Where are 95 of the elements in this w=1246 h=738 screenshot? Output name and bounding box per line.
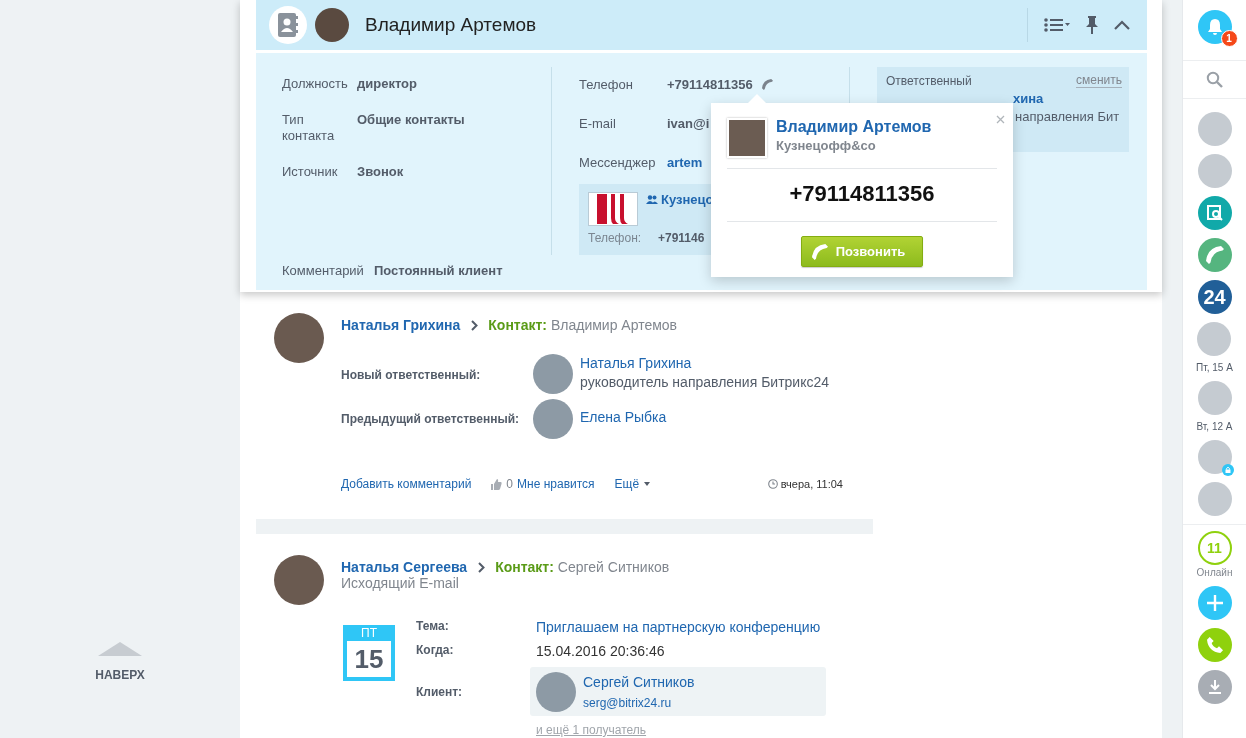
person-link[interactable]: Сергей Ситников <box>583 674 695 690</box>
lock-icon <box>1221 464 1234 476</box>
field-label: Должность <box>282 76 349 92</box>
avatar <box>536 671 576 712</box>
field-label: Новый ответственный: <box>341 368 482 382</box>
field-label: Тема: <box>416 619 450 633</box>
avatar <box>274 313 324 363</box>
email-link[interactable]: serg@bitrix24.ru <box>583 696 695 710</box>
avatar[interactable] <box>1197 440 1232 474</box>
avatar[interactable] <box>1197 154 1232 188</box>
online-label: Онлайн <box>1196 567 1233 578</box>
pin-icon[interactable] <box>1086 16 1098 34</box>
bell-icon <box>1206 18 1223 36</box>
activity-type: Исходящий E-mail <box>341 575 460 591</box>
field-value: директор <box>357 76 417 92</box>
more-link[interactable]: Ещё <box>614 477 651 491</box>
scroll-top-link[interactable]: НАВЕРХ <box>95 668 145 682</box>
download-button[interactable] <box>1197 670 1232 704</box>
person-link[interactable]: Наталья Грихина <box>580 355 830 371</box>
timestamp: вчера, 11:04 <box>780 478 843 490</box>
avatar <box>533 354 573 394</box>
up-arrow-icon[interactable] <box>98 642 142 656</box>
list-menu-icon[interactable] <box>1044 18 1070 32</box>
field-value: Постоянный клиент <box>373 263 503 278</box>
thumbs-up-icon <box>491 478 503 490</box>
avatar <box>274 555 324 605</box>
messenger-link[interactable]: artem <box>667 154 703 170</box>
phone-icon[interactable] <box>761 78 773 90</box>
plus-icon <box>1205 594 1224 612</box>
field-value: Звонок <box>357 164 404 180</box>
avatar <box>727 118 767 158</box>
entity-label: Контакт: Сергей Ситников <box>495 559 670 575</box>
field-label: E-mail <box>579 115 617 131</box>
calendar-date: ПТ 15 <box>343 625 395 681</box>
avatar[interactable] <box>1197 381 1232 415</box>
entity-label: Контакт: Владимир Артемов <box>488 317 678 333</box>
field-label: Предыдущий ответственный: <box>341 412 521 426</box>
clock-icon <box>767 479 778 489</box>
collapse-icon[interactable] <box>1114 20 1130 30</box>
add-button[interactable] <box>1197 586 1232 620</box>
avatar <box>315 8 349 42</box>
download-icon <box>1206 679 1223 695</box>
person-position: руководитель направления Битрикс24 <box>580 374 830 390</box>
responsible-position: направления Бит <box>1015 109 1121 124</box>
like-link[interactable]: Мне нравится <box>517 477 595 491</box>
contact-name-link[interactable]: Владимир Артемов <box>776 118 932 136</box>
document-search-button[interactable] <box>1197 196 1232 230</box>
field-label: Телефон: <box>588 231 643 245</box>
field-label: Мессенджер <box>579 154 657 170</box>
field-label: Клиент: <box>416 684 464 699</box>
chevron-right-icon <box>478 561 486 573</box>
person-link[interactable]: Елена Рыбка <box>580 409 667 425</box>
group-icon <box>646 194 658 204</box>
subject-link[interactable]: Приглашаем на партнерскую конференцию <box>536 619 826 635</box>
field-value: ivan@i <box>667 115 710 131</box>
phone-button[interactable] <box>1197 238 1232 272</box>
field-label: Комментарий <box>282 263 364 278</box>
phone-icon <box>811 243 828 260</box>
field-value: 15.04.2016 20:36:46 <box>536 643 666 659</box>
field-label: Тип контакта <box>282 112 336 144</box>
add-comment-link[interactable]: Добавить комментарий <box>341 477 472 491</box>
company-link[interactable]: Кузнецо <box>661 191 714 207</box>
field-value: +791146 <box>658 231 705 245</box>
chat-date: Вт, 12 А <box>1196 421 1233 432</box>
field-label: Когда: <box>416 643 455 657</box>
close-icon[interactable] <box>996 115 1005 124</box>
phone-number: +79114811356 <box>727 169 997 222</box>
author-link[interactable]: Наталья Сергеева <box>341 559 468 575</box>
phone-icon <box>1206 637 1223 653</box>
phone-icon <box>1205 246 1224 264</box>
contact-book-icon <box>269 6 307 44</box>
field-label: Источник <box>282 164 339 180</box>
contact-name: Владимир Артемов <box>365 14 538 36</box>
chat-date: Пт, 15 А <box>1196 362 1233 373</box>
section-label: Ответственный <box>886 74 972 88</box>
author-link[interactable]: Наталья Грихина <box>341 317 461 333</box>
call-button[interactable] <box>1197 628 1232 662</box>
company-logo <box>588 192 638 226</box>
field-value: +79114811356 <box>667 76 753 92</box>
change-link[interactable]: сменить <box>1076 74 1122 88</box>
search-icon[interactable] <box>1206 71 1223 88</box>
like-count: 0 <box>506 477 514 491</box>
field-label: Телефон <box>579 76 634 92</box>
avatar[interactable] <box>1197 482 1232 516</box>
field-value: Общие контакты <box>357 112 465 129</box>
notifications-button[interactable] <box>1197 10 1232 44</box>
avatar[interactable] <box>1197 112 1232 146</box>
caret-icon <box>644 482 651 486</box>
logo-button[interactable]: 24 <box>1197 280 1232 314</box>
document-search-icon <box>1205 204 1224 222</box>
avatar <box>533 399 573 439</box>
responsible-name[interactable]: хина <box>1013 91 1122 106</box>
company-name: Кузнецофф&co <box>776 138 877 153</box>
avatar[interactable] <box>1197 322 1232 356</box>
chevron-right-icon <box>471 319 479 331</box>
